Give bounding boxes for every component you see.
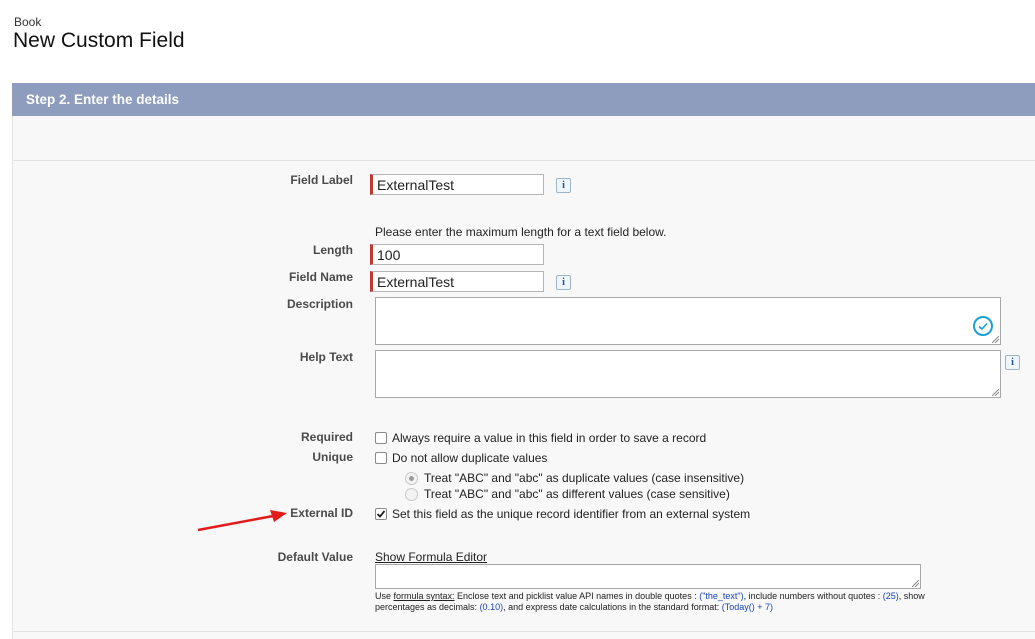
field-name-info-icon[interactable]: i: [556, 275, 571, 290]
field-label-input[interactable]: [370, 174, 544, 195]
field-name-label: Field Name: [288, 270, 353, 284]
resize-handle-icon[interactable]: [992, 336, 999, 343]
unique-label: Unique: [312, 450, 353, 464]
field-name-input[interactable]: [370, 271, 544, 292]
unique-checkbox[interactable]: [375, 452, 387, 464]
case-insensitive-radio[interactable]: [405, 472, 418, 485]
external-id-checkbox[interactable]: [375, 508, 387, 520]
length-label: Length: [313, 243, 353, 257]
field-label-info-icon[interactable]: i: [556, 178, 571, 193]
case-sensitive-radio[interactable]: [405, 488, 418, 501]
page-title: New Custom Field: [13, 29, 185, 52]
formula-help-text: Use formula syntax: Enclose text and pic…: [375, 591, 925, 612]
breadcrumb: Book: [14, 15, 42, 29]
help-text-info-icon[interactable]: i: [1005, 355, 1020, 370]
case-sensitive-text: Treat "ABC" and "abc" as different value…: [424, 487, 730, 501]
checkmark-icon: [376, 510, 386, 518]
resize-handle-icon[interactable]: [992, 389, 999, 396]
step-header: Step 2. Enter the details: [12, 83, 1035, 116]
required-checkbox[interactable]: [375, 432, 387, 444]
field-label-label: Field Label: [290, 173, 353, 187]
red-arrow-icon: [195, 508, 295, 534]
section-divider-bottom: [13, 631, 1035, 632]
default-value-label: Default Value: [277, 550, 353, 564]
case-insensitive-text: Treat "ABC" and "abc" as duplicate value…: [424, 471, 745, 485]
check-circle-icon[interactable]: [972, 315, 994, 337]
section-divider: [13, 160, 1035, 161]
resize-handle-icon[interactable]: [912, 580, 919, 587]
length-hint: Please enter the maximum length for a te…: [375, 225, 667, 239]
length-input[interactable]: [370, 244, 544, 265]
formula-syntax-link[interactable]: formula syntax:: [394, 591, 455, 601]
external-id-text: Set this field as the unique record iden…: [392, 507, 751, 521]
required-text: Always require a value in this field in …: [392, 431, 707, 445]
help-text-label: Help Text: [299, 350, 353, 364]
required-label: Required: [300, 430, 353, 444]
help-text-textarea[interactable]: [375, 350, 1001, 398]
show-formula-editor-link[interactable]: Show Formula Editor: [375, 550, 487, 564]
description-textarea[interactable]: [375, 297, 1001, 345]
unique-text: Do not allow duplicate values: [392, 451, 548, 465]
description-label: Description: [286, 297, 353, 311]
default-value-textarea[interactable]: [375, 564, 921, 589]
